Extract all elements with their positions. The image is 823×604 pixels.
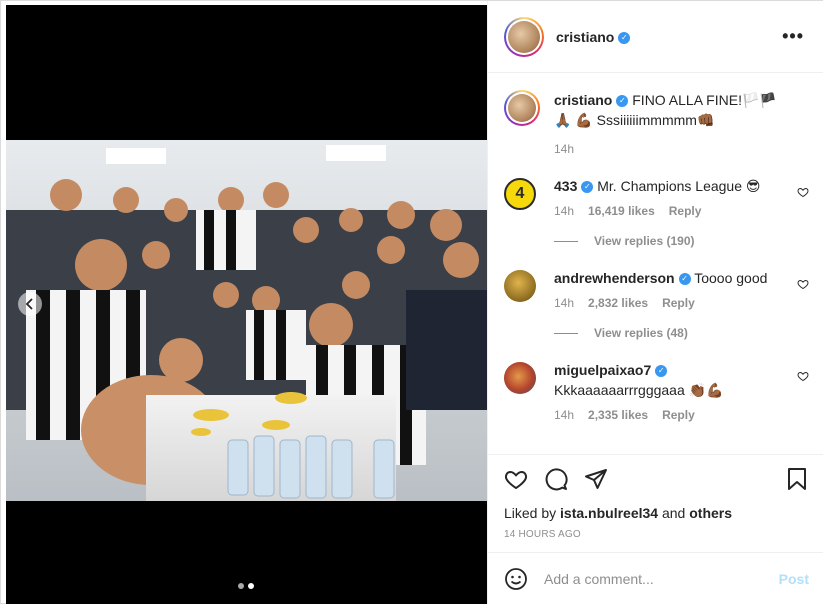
reply-button[interactable]: Reply (669, 204, 702, 218)
like-comment-heart-icon[interactable] (797, 370, 809, 382)
reply-button[interactable]: Reply (662, 296, 695, 310)
comment-username[interactable]: andrewhenderson (554, 270, 675, 286)
divider (554, 240, 578, 242)
caption-text: cristiano ✓ FINO ALLA FINE!🏳️🏴🙏🏾 💪🏾 Sssii… (554, 90, 785, 130)
team-celebration-photo (6, 140, 487, 501)
verified-badge-icon: ✓ (655, 365, 668, 378)
comment-input[interactable] (544, 571, 779, 587)
comment-row: andrewhenderson ✓ Toooo good 14h 2,832 li… (504, 268, 809, 340)
comment-time[interactable]: 14h (554, 408, 574, 422)
comment-row: 4 433 ✓ Mr. Champions League 😎 14h 16,419… (504, 176, 809, 248)
comment-time[interactable]: 14h (554, 296, 574, 310)
more-horizontal-icon[interactable]: ••• (778, 26, 808, 47)
liked-by-user[interactable]: ista.nbulreel34 (560, 505, 658, 521)
comment-likes[interactable]: 16,419 likes (588, 204, 655, 218)
comment-time[interactable]: 14h (554, 204, 574, 218)
post-side-panel: cristiano ✓ ••• cristiano ✓ FINO ALLA FINE… (487, 1, 823, 604)
post-modal: cristiano ✓ ••• cristiano ✓ FINO ALLA FINE… (0, 0, 823, 604)
carousel-dot (238, 583, 244, 589)
post-header: cristiano ✓ ••• (488, 1, 823, 73)
carousel-prev-button[interactable] (18, 292, 42, 316)
reply-button[interactable]: Reply (662, 408, 695, 422)
like-heart-icon[interactable] (504, 467, 528, 491)
post-timestamp[interactable]: 14 HOURS AGO (504, 529, 809, 540)
liked-by-others[interactable]: others (689, 505, 732, 521)
like-comment-heart-icon[interactable] (797, 278, 809, 290)
comment-likes[interactable]: 2,335 likes (588, 408, 648, 422)
comment-text: Mr. Champions League 😎 (597, 178, 761, 194)
comment-icon[interactable] (544, 467, 568, 491)
comments-section[interactable]: cristiano ✓ FINO ALLA FINE!🏳️🏴🙏🏾 💪🏾 Sssii… (488, 74, 823, 454)
carousel-indicator (238, 583, 254, 589)
post-media (6, 5, 487, 604)
divider (554, 332, 578, 334)
view-replies-button[interactable]: View replies (48) (554, 326, 785, 340)
caption-avatar[interactable] (504, 90, 540, 126)
share-send-icon[interactable] (584, 467, 608, 491)
caption-username[interactable]: cristiano (554, 92, 612, 108)
verified-badge-icon: ✓ (678, 273, 691, 286)
comment-row: miguelpaixao7 ✓ Kkkaaaaaarrrgggaaa 👏🏾💪🏾 1… (504, 360, 809, 422)
liked-by: Liked by ista.nbulreel34 and others (504, 505, 733, 521)
verified-badge-icon: ✓ (618, 31, 631, 44)
caption-row: cristiano ✓ FINO ALLA FINE!🏳️🏴🙏🏾 💪🏾 Sssii… (504, 90, 809, 156)
emoji-icon[interactable] (504, 567, 528, 591)
avatar[interactable] (504, 270, 536, 302)
avatar (508, 94, 536, 122)
post-comment-button[interactable]: Post (779, 571, 809, 587)
carousel-dot-active (248, 583, 254, 589)
story-ring[interactable] (504, 16, 544, 57)
view-replies-label: View replies (190) (594, 234, 695, 248)
chevron-left-icon (25, 298, 33, 310)
post-actions: Liked by ista.nbulreel34 and others 14 H… (488, 454, 823, 540)
view-replies-button[interactable]: View replies (190) (554, 234, 785, 248)
caption-time[interactable]: 14h (554, 142, 574, 156)
comment-text: Toooo good (694, 270, 768, 286)
verified-badge-icon: ✓ (581, 181, 594, 194)
post-photo[interactable] (6, 140, 487, 501)
comment-likes[interactable]: 2,832 likes (588, 296, 648, 310)
comment-text: Kkkaaaaaarrrgggaaa 👏🏾💪🏾 (554, 382, 724, 398)
avatar (508, 20, 540, 53)
verified-badge-icon: ✓ (616, 95, 629, 108)
bookmark-save-icon[interactable] (785, 467, 809, 491)
view-replies-label: View replies (48) (594, 326, 688, 340)
header-username[interactable]: cristiano ✓ (556, 29, 631, 45)
comment-username[interactable]: 433 (554, 178, 577, 194)
add-comment-bar: Post (488, 552, 823, 604)
avatar[interactable]: 4 (504, 178, 536, 210)
like-comment-heart-icon[interactable] (797, 186, 809, 198)
comment-username[interactable]: miguelpaixao7 (554, 362, 651, 378)
avatar[interactable] (504, 362, 536, 394)
